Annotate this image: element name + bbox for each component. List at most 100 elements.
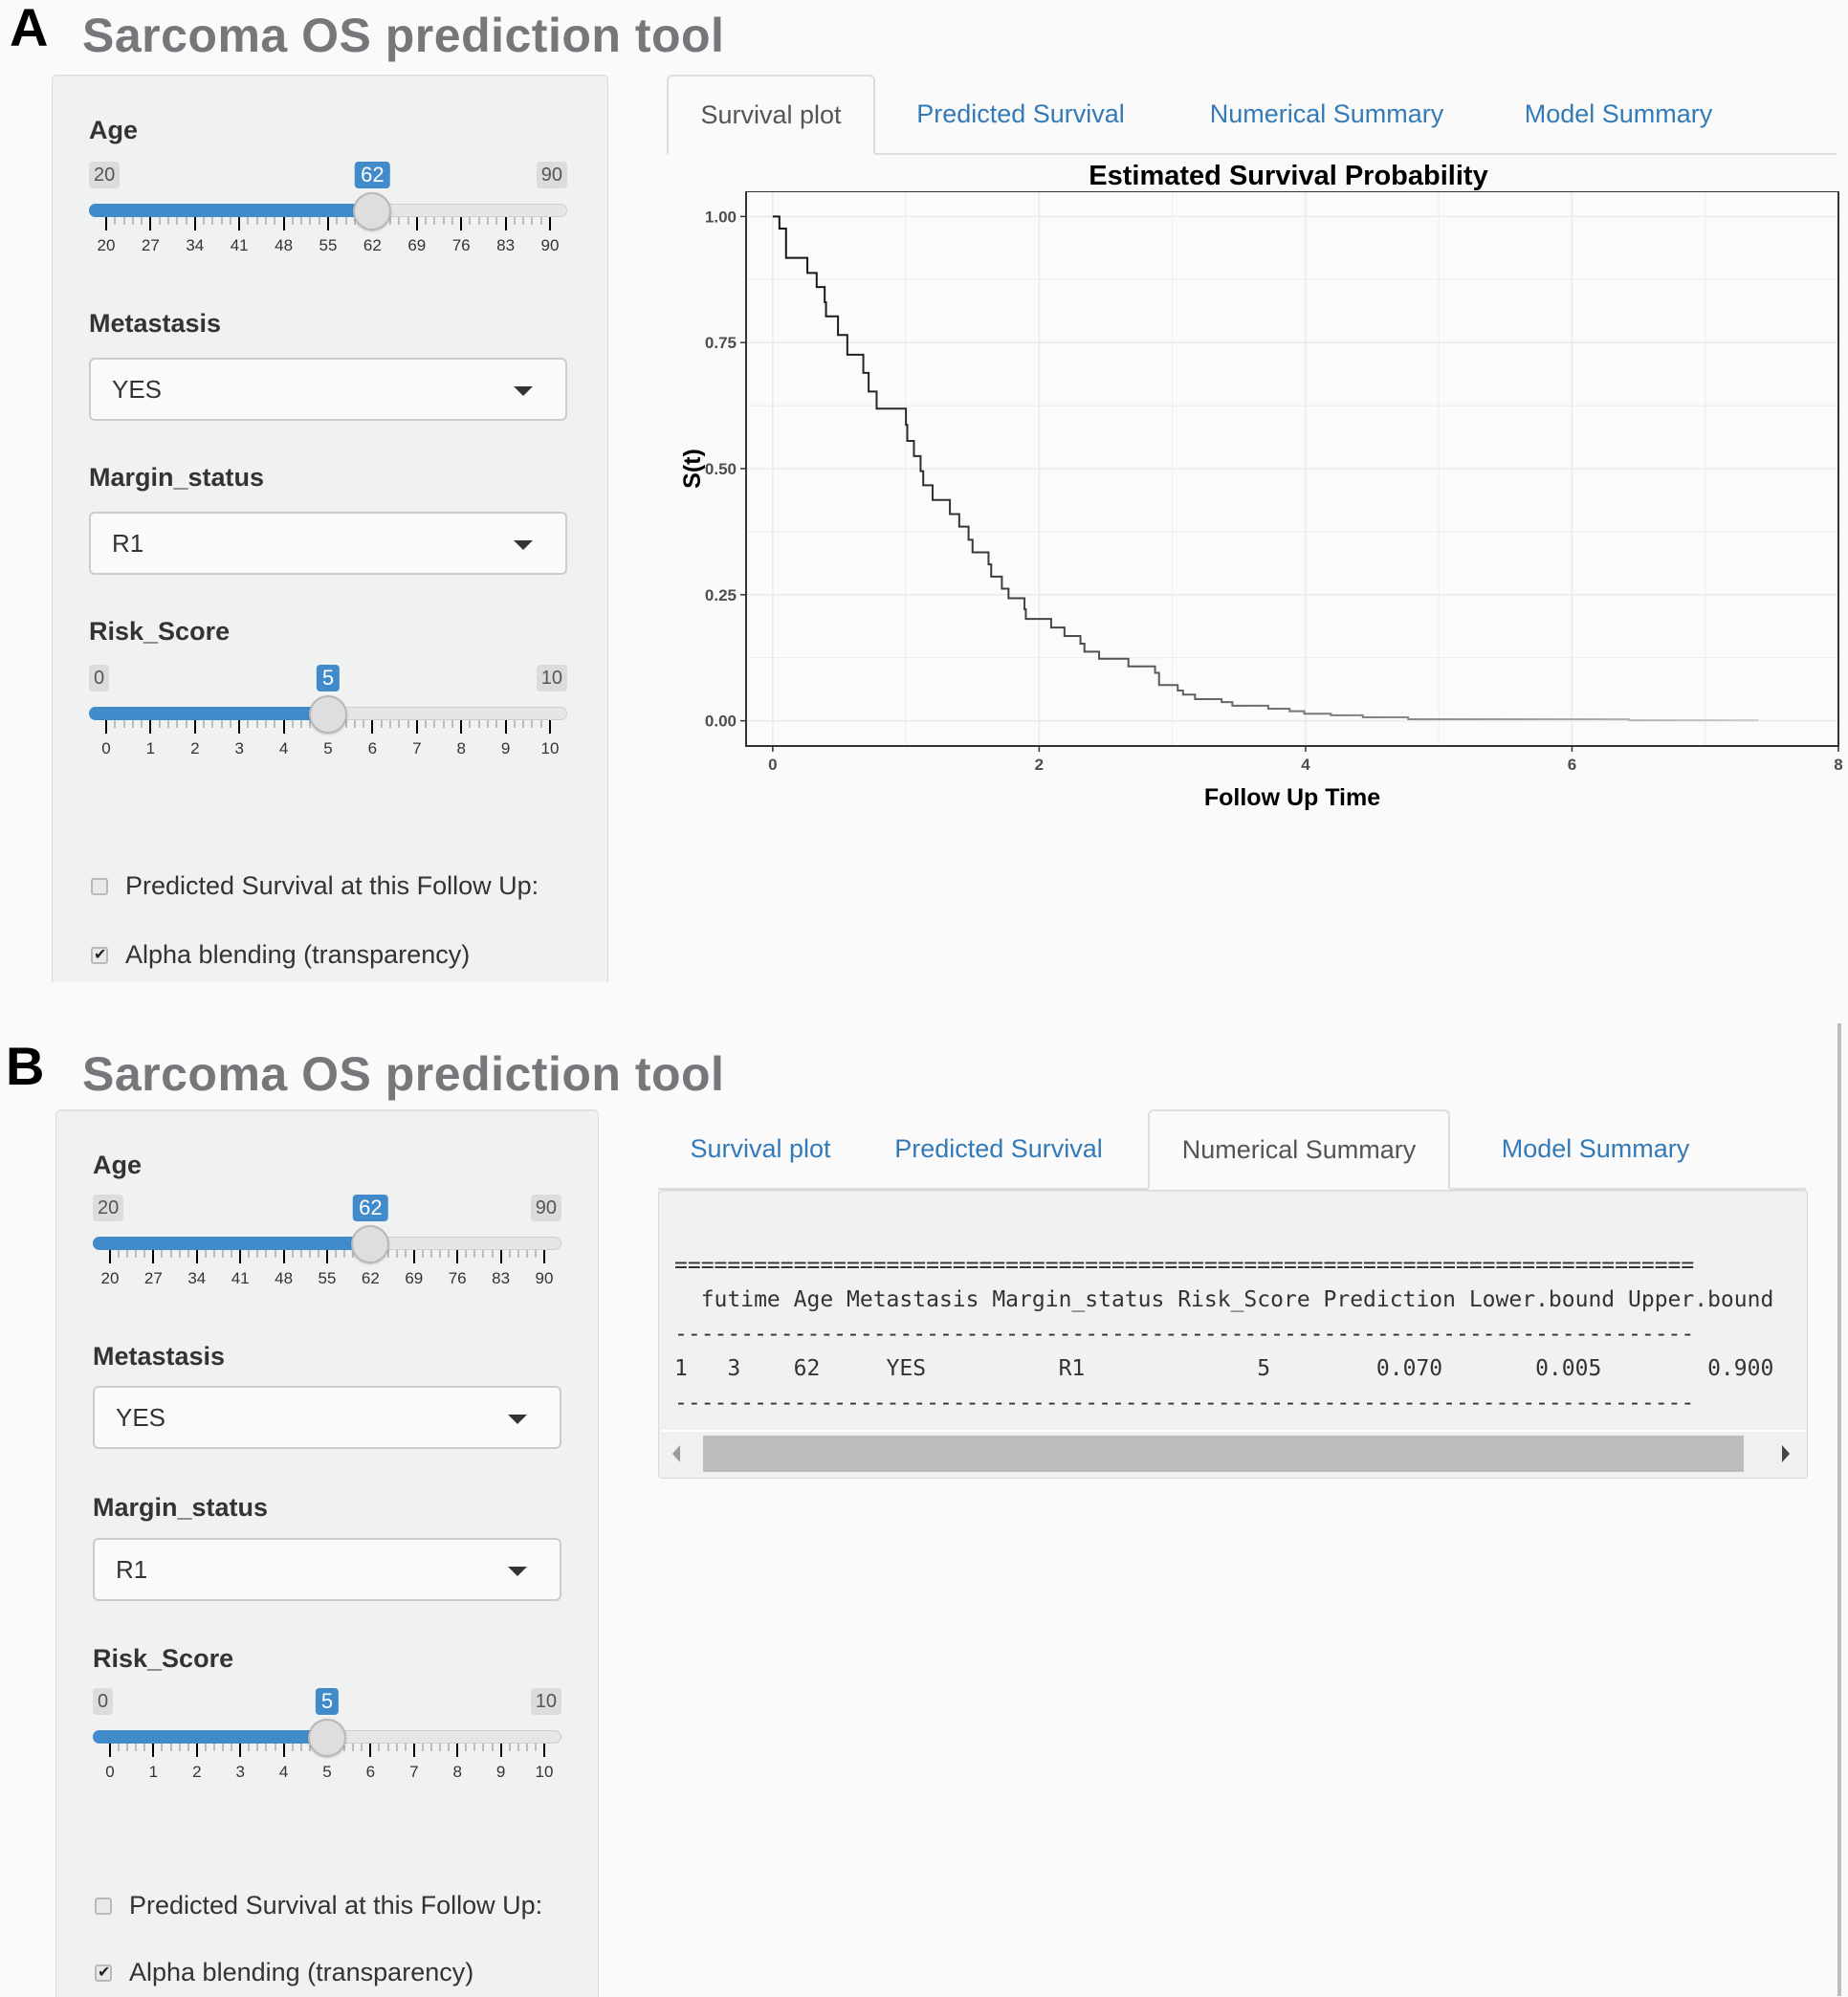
margin-status-select[interactable]: R1	[93, 1538, 561, 1601]
tab-predicted-survival[interactable]: Predicted Survival	[874, 1109, 1123, 1188]
slider-minor-tick	[396, 1250, 398, 1258]
slider-tick-label: 55	[318, 1269, 337, 1287]
slider-minor-tick	[381, 720, 383, 728]
slider-handle[interactable]	[353, 192, 392, 230]
risk-score-slider[interactable]: 0 10 0 1 2 3 4 5 6 7 8 9 10 5	[93, 1688, 561, 1793]
x-tick-label: 8	[1834, 756, 1842, 774]
slider-minor-tick	[407, 720, 409, 728]
slider-minor-tick	[495, 720, 497, 728]
slider-minor-tick	[469, 720, 471, 728]
risk-score-label: Risk_Score	[93, 1644, 234, 1673]
slider-handle[interactable]	[351, 1225, 390, 1263]
slider-minor-tick	[425, 217, 427, 225]
slider-tick-label: 4	[278, 739, 289, 757]
slider-minor-tick	[482, 1250, 484, 1258]
slider-value-label: 5	[315, 1688, 340, 1715]
slider-tick-label: 69	[407, 236, 427, 254]
slider-minor-tick	[213, 1744, 215, 1751]
slider-minor-tick	[531, 720, 533, 728]
slider-tick-label: 20	[100, 1269, 120, 1287]
checkbox-checked-icon[interactable]	[91, 945, 108, 964]
slider-minor-tick	[318, 1250, 319, 1258]
vertical-scrollbar[interactable]	[1837, 1023, 1841, 1996]
slider-minor-tick	[161, 1250, 163, 1258]
y-tick-label: 1.00	[705, 208, 737, 226]
age-slider[interactable]: 20 90 20 27 34 41 48 55 62 69 76 83 90 62	[89, 162, 567, 267]
tab-numerical-summary[interactable]: Numerical Summary	[1183, 75, 1470, 153]
alpha-blending-checkbox-label: Alpha blending (transparency)	[125, 940, 471, 969]
slider-tick	[504, 217, 507, 230]
predicted-survival-checkbox[interactable]: Predicted Survival at this Follow Up:	[91, 871, 539, 901]
scroll-right-arrow-icon[interactable]	[1782, 1445, 1790, 1462]
checkbox-unchecked-icon[interactable]	[91, 877, 108, 895]
slider-minor-tick	[473, 1250, 475, 1258]
slider-minor-tick	[179, 1744, 181, 1751]
predicted-survival-checkbox[interactable]: Predicted Survival at this Follow Up:	[95, 1891, 542, 1920]
slider-tick	[282, 1744, 285, 1757]
margin-status-select[interactable]: R1	[89, 512, 567, 575]
slider-tick	[499, 1250, 502, 1263]
slider-minor-tick	[336, 217, 338, 225]
slider-tick-label: 83	[496, 236, 516, 254]
tab-predicted-survival[interactable]: Predicted Survival	[896, 75, 1145, 153]
tab-numerical-summary[interactable]: Numerical Summary	[1148, 1109, 1450, 1190]
alpha-blending-checkbox[interactable]: Alpha blending (transparency)	[95, 1958, 473, 1987]
slider-minor-tick	[265, 1744, 267, 1751]
x-axis: 0 2 4 6 8	[768, 746, 1843, 774]
slider-tick-label: 6	[367, 739, 378, 757]
slider-tick-label: 83	[492, 1269, 511, 1287]
scroll-left-arrow-icon[interactable]	[672, 1445, 680, 1462]
slider-tick-label: 5	[322, 1763, 332, 1781]
slider-value-label: 62	[355, 162, 390, 188]
x-axis-label: Follow Up Time	[1204, 784, 1380, 811]
slider-max-label: 90	[536, 162, 567, 188]
tab-model-summary[interactable]: Model Summary	[1462, 1109, 1729, 1188]
slider-minor-tick	[465, 1744, 467, 1751]
scrollbar-thumb[interactable]	[703, 1436, 1744, 1472]
plot-grid	[746, 191, 1839, 746]
slider-minor-tick	[256, 720, 258, 728]
slider-minor-tick	[256, 1250, 258, 1258]
margin-status-label: Margin_status	[89, 463, 265, 492]
slider-minor-tick	[170, 1744, 172, 1751]
numerical-summary-output: ========================================…	[658, 1190, 1808, 1479]
risk-score-slider[interactable]: 0 10 0 1 2 3 4 5 6 7 8 9 10 5	[89, 665, 567, 770]
slider-handle[interactable]	[309, 695, 347, 734]
slider-minor-tick	[407, 217, 409, 225]
tab-survival-plot[interactable]: Survival plot	[658, 1109, 863, 1188]
slider-tick-label: 6	[365, 1763, 376, 1781]
slider-minor-tick	[256, 217, 258, 225]
slider-tick-label: 9	[495, 1763, 506, 1781]
slider-minor-tick	[211, 720, 213, 728]
horizontal-scrollbar[interactable]	[661, 1430, 1805, 1476]
age-slider[interactable]: 20 90 20 27 34 41 48 55 62 69 76 83 90 62	[93, 1195, 561, 1300]
checkbox-checked-icon[interactable]	[95, 1963, 112, 1982]
age-label: Age	[89, 116, 139, 144]
slider-minor-tick	[448, 1250, 450, 1258]
slider-tick-label: 69	[405, 1269, 424, 1287]
survival-plot: 0.00 0.25 0.50 0.75 1.00 0 2 4 6 8 Follow Up Tim…	[679, 191, 1843, 811]
slider-minor-tick	[443, 720, 445, 728]
slider-tick	[105, 720, 107, 734]
tab-model-summary[interactable]: Model Summary	[1494, 75, 1743, 153]
slider-minor-tick	[335, 1250, 337, 1258]
chevron-down-icon	[514, 386, 533, 396]
slider-minor-tick	[231, 1250, 232, 1258]
slider-tick	[193, 720, 196, 734]
checkbox-unchecked-icon[interactable]	[95, 1897, 112, 1915]
slider-minor-tick	[300, 720, 302, 728]
slider-minor-tick	[430, 1250, 432, 1258]
slider-minor-tick	[535, 1250, 537, 1258]
slider-minor-tick	[433, 217, 435, 225]
tab-survival-plot[interactable]: Survival plot	[667, 75, 875, 155]
slider-minor-tick	[114, 217, 116, 225]
slider-minor-tick	[135, 1250, 137, 1258]
alpha-blending-checkbox[interactable]: Alpha blending (transparency)	[91, 940, 470, 970]
app-title: Sarcoma OS prediction tool	[82, 1047, 725, 1101]
slider-minor-tick	[465, 1250, 467, 1258]
metastasis-select[interactable]: YES	[89, 358, 567, 421]
slider-tick	[238, 217, 241, 230]
slider-handle[interactable]	[308, 1719, 346, 1757]
slider-minor-tick	[176, 217, 178, 225]
metastasis-select[interactable]: YES	[93, 1386, 561, 1449]
